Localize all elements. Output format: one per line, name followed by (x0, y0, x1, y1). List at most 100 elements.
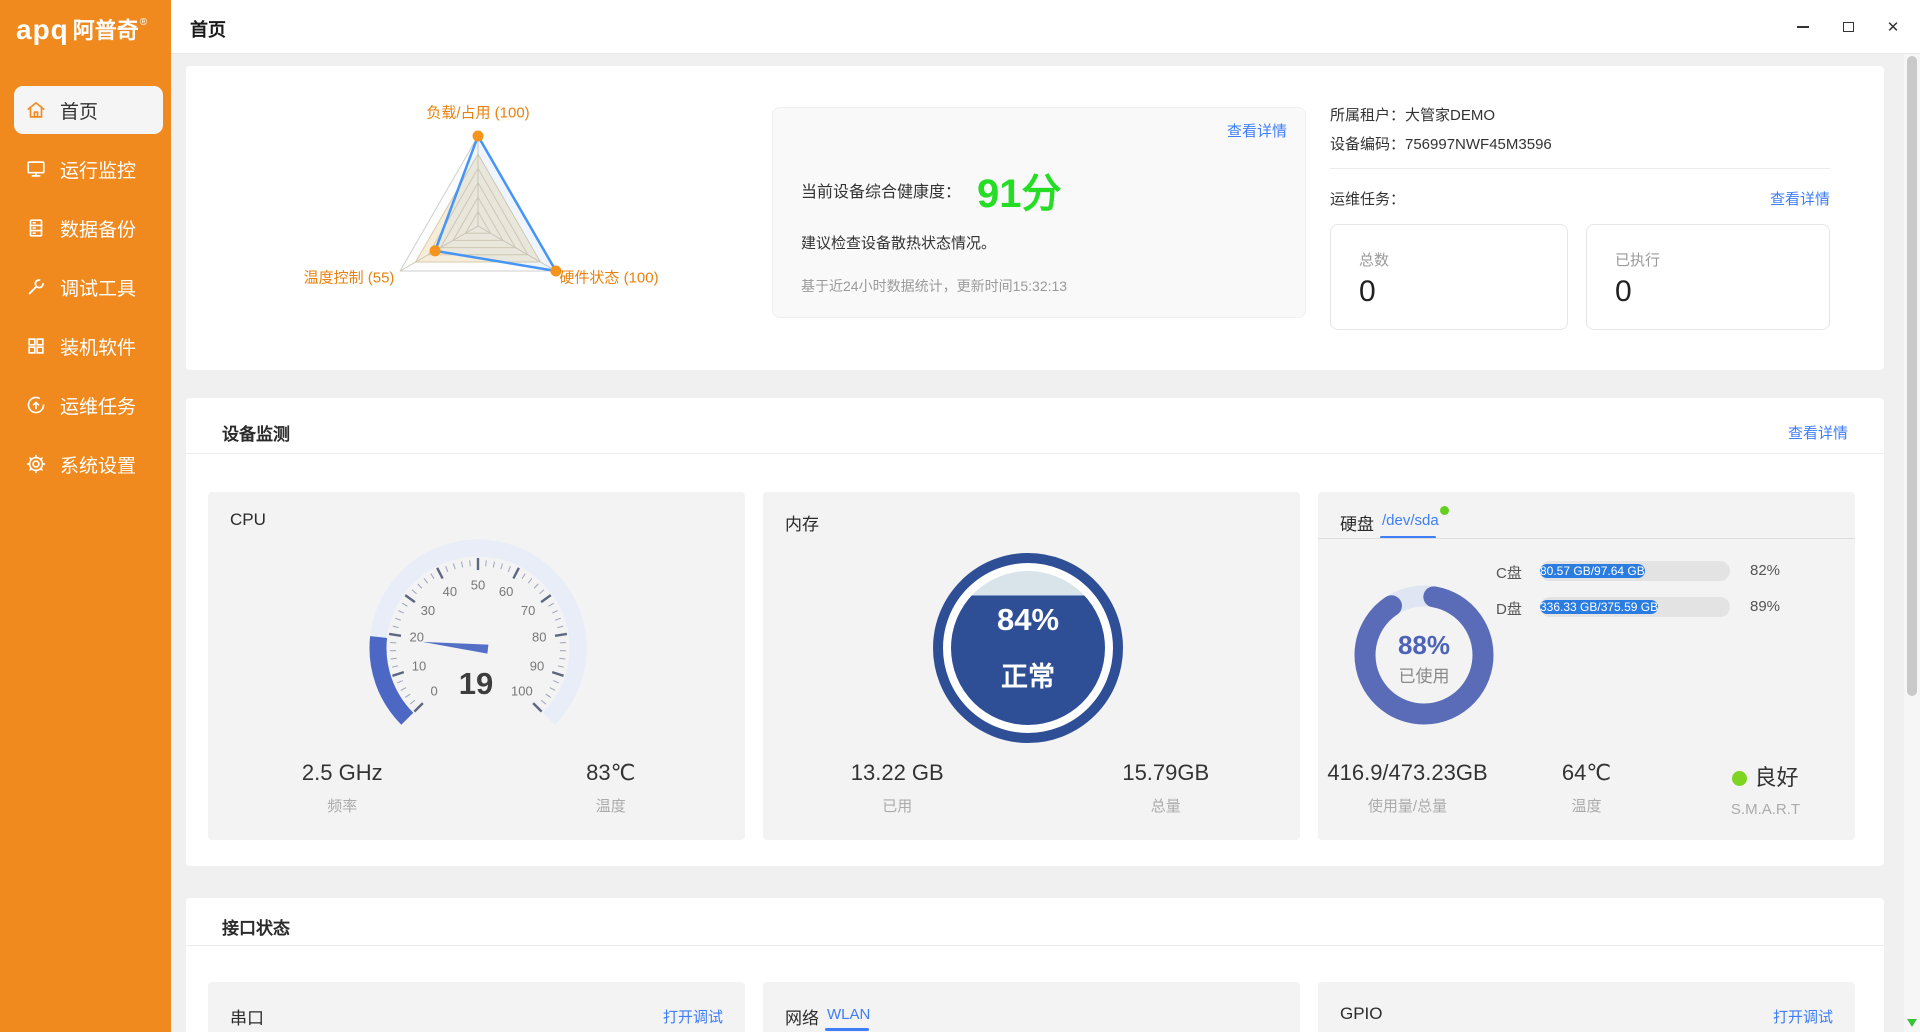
health-summary-panel: 查看详情 当前设备综合健康度： 91分 建议检查设备散热状态情况。 基于近24小… (772, 107, 1306, 318)
disk-percent-label: 已使用 (1339, 662, 1509, 687)
sidebar-item-ops-tasks[interactable]: 运维任务 (14, 381, 163, 429)
gpio-open-debug-link[interactable]: 打开调试 (1773, 1006, 1833, 1027)
serial-port-title: 串口 (230, 1004, 264, 1029)
window-controls: ✕ (1794, 0, 1902, 54)
interfaces-section-title: 接口状态 (222, 914, 290, 939)
task-executed-box: 已执行 0 (1586, 224, 1830, 330)
disk-smart-label: S.M.A.R.T (1676, 801, 1855, 818)
svg-text:0: 0 (431, 683, 438, 698)
maximize-button[interactable] (1839, 18, 1857, 36)
cpu-temperature-value: 83℃ (477, 760, 746, 786)
topbar: 首页 ✕ (171, 0, 1920, 54)
health-basis-text: 基于近24小时数据统计，更新时间15:32:13 (801, 276, 1067, 296)
disk-stats-row: 416.9/473.23GB 使用量/总量 64℃ 温度 良好 S.M.A.R.… (1318, 760, 1855, 818)
smart-status-text: 良好 (1754, 765, 1798, 790)
serial-open-debug-link[interactable]: 打开调试 (663, 1006, 723, 1027)
logo-mark: apq (16, 16, 69, 44)
close-icon: ✕ (1887, 20, 1900, 35)
disk-partition-row-c: C盘 80.57 GB/97.64 GB 82% (1318, 561, 1855, 581)
partition-c-bar-fill: 80.57 GB/97.64 GB (1540, 564, 1645, 578)
network-wlan-tab[interactable]: WLAN (827, 1006, 870, 1023)
cpu-frequency-value: 2.5 GHz (208, 760, 477, 786)
overview-card: 负载/占用 (100) 温度控制 (55) 硬件状态 (100) 查看详情 当前… (186, 66, 1884, 370)
cpu-stats-row: 2.5 GHz 频率 83℃ 温度 (208, 760, 745, 816)
memory-panel-title: 内存 (785, 510, 819, 535)
minimize-icon (1797, 26, 1809, 28)
svg-text:19: 19 (459, 666, 493, 701)
sidebar-item-debug-tools[interactable]: 调试工具 (14, 263, 163, 311)
scrollbar-thumb[interactable] (1907, 56, 1917, 696)
serial-port-panel: 串口 打开调试 (208, 982, 745, 1032)
sidebar-menu: 首页 运行监控 数据备份 调试工具 装机软件 (0, 86, 171, 488)
sidebar-item-label: 运行监控 (60, 156, 136, 183)
device-monitor-card: 设备监测 查看详情 CPU 010203040506070809010019 2… (186, 398, 1884, 866)
sidebar-item-home[interactable]: 首页 (14, 86, 163, 134)
memory-total-stat: 15.79GB 总量 (1032, 760, 1301, 816)
radar-axis-label-hardware: 硬件状态 (100) (559, 267, 658, 288)
apps-icon (25, 335, 47, 357)
partition-c-label: C盘 (1496, 562, 1522, 583)
disk-device-tab[interactable]: /dev/sda (1382, 512, 1439, 529)
cloud-task-icon (25, 394, 47, 416)
health-score-label: 当前设备综合健康度： (801, 178, 961, 202)
scroll-down-arrow-icon[interactable] (1907, 1019, 1917, 1027)
memory-panel: 内存 84% 正常 13.22 GB 已用 15.79GB 总量 (763, 492, 1300, 840)
radar-axis-label-load: 负载/占用 (100) (426, 102, 529, 123)
disk-usage-stat: 416.9/473.23GB 使用量/总量 (1318, 760, 1497, 818)
disk-partition-row-d: D盘 336.33 GB/375.59 GB 89% (1318, 597, 1855, 617)
partition-d-percent: 89% (1750, 598, 1780, 615)
monitor-view-details-link[interactable]: 查看详情 (1788, 422, 1848, 443)
interfaces-divider (186, 945, 1884, 946)
disk-temperature-value: 64℃ (1497, 760, 1676, 786)
memory-percent-value: 84% (997, 602, 1059, 638)
cpu-temperature-stat: 83℃ 温度 (477, 760, 746, 816)
page-title: 首页 (190, 16, 226, 42)
ops-task-view-details-link[interactable]: 查看详情 (1770, 188, 1830, 209)
network-tab-underline (825, 1028, 869, 1031)
svg-text:20: 20 (410, 630, 424, 645)
logo-registered-mark: ® (140, 16, 147, 30)
svg-text:50: 50 (471, 577, 485, 592)
sidebar-item-software[interactable]: 装机软件 (14, 322, 163, 370)
cpu-frequency-stat: 2.5 GHz 频率 (208, 760, 477, 816)
memory-total-label: 总量 (1032, 795, 1301, 816)
disk-smart-stat: 良好 S.M.A.R.T (1676, 760, 1855, 818)
memory-used-stat: 13.22 GB 已用 (763, 760, 1032, 816)
close-button[interactable]: ✕ (1884, 18, 1902, 36)
task-total-value: 0 (1359, 275, 1376, 309)
task-executed-label: 已执行 (1615, 249, 1660, 270)
network-title: 网络 (785, 1004, 819, 1029)
radar-axis-label-temperature: 温度控制 (55) (304, 267, 395, 288)
gpio-panel: GPIO 打开调试 (1318, 982, 1855, 1032)
monitor-divider (186, 453, 1884, 454)
network-panel: 网络 WLAN (763, 982, 1300, 1032)
vertical-scrollbar[interactable] (1904, 54, 1920, 1032)
memory-liquid-fill: 84% 正常 (951, 571, 1105, 725)
health-view-details-link[interactable]: 查看详情 (1227, 120, 1287, 141)
sidebar-item-monitoring[interactable]: 运行监控 (14, 145, 163, 193)
sidebar-item-backup[interactable]: 数据备份 (14, 204, 163, 252)
task-executed-value: 0 (1615, 275, 1632, 309)
sidebar-item-label: 系统设置 (60, 451, 136, 478)
disk-usage-label: 使用量/总量 (1318, 795, 1497, 816)
cpu-panel-title: CPU (230, 510, 266, 530)
sidebar-item-label: 首页 (60, 97, 98, 124)
svg-text:100: 100 (511, 683, 533, 698)
health-score-value: 91分 (977, 161, 1062, 219)
logo-brand: 阿普奇 (73, 16, 139, 46)
tenant-divider (1330, 168, 1830, 169)
memory-usage-circle: 84% 正常 (933, 553, 1123, 743)
disk-smart-value: 良好 (1676, 760, 1855, 792)
health-radar-chart: 负载/占用 (100) 温度控制 (55) 硬件状态 (100) (278, 85, 678, 315)
main-content: 负载/占用 (100) 温度控制 (55) 硬件状态 (100) 查看详情 当前… (171, 54, 1920, 1032)
app-logo: apq 阿普奇 ® (0, 0, 171, 70)
partition-c-percent: 82% (1750, 562, 1780, 579)
sidebar-item-settings[interactable]: 系统设置 (14, 440, 163, 488)
sidebar-item-label: 数据备份 (60, 215, 136, 242)
memory-used-label: 已用 (763, 795, 1032, 816)
svg-text:30: 30 (421, 603, 435, 618)
cpu-gauge-chart: 010203040506070809010019 (328, 526, 628, 766)
disk-temperature-stat: 64℃ 温度 (1497, 760, 1676, 818)
minimize-button[interactable] (1794, 18, 1812, 36)
backup-icon (25, 217, 47, 239)
